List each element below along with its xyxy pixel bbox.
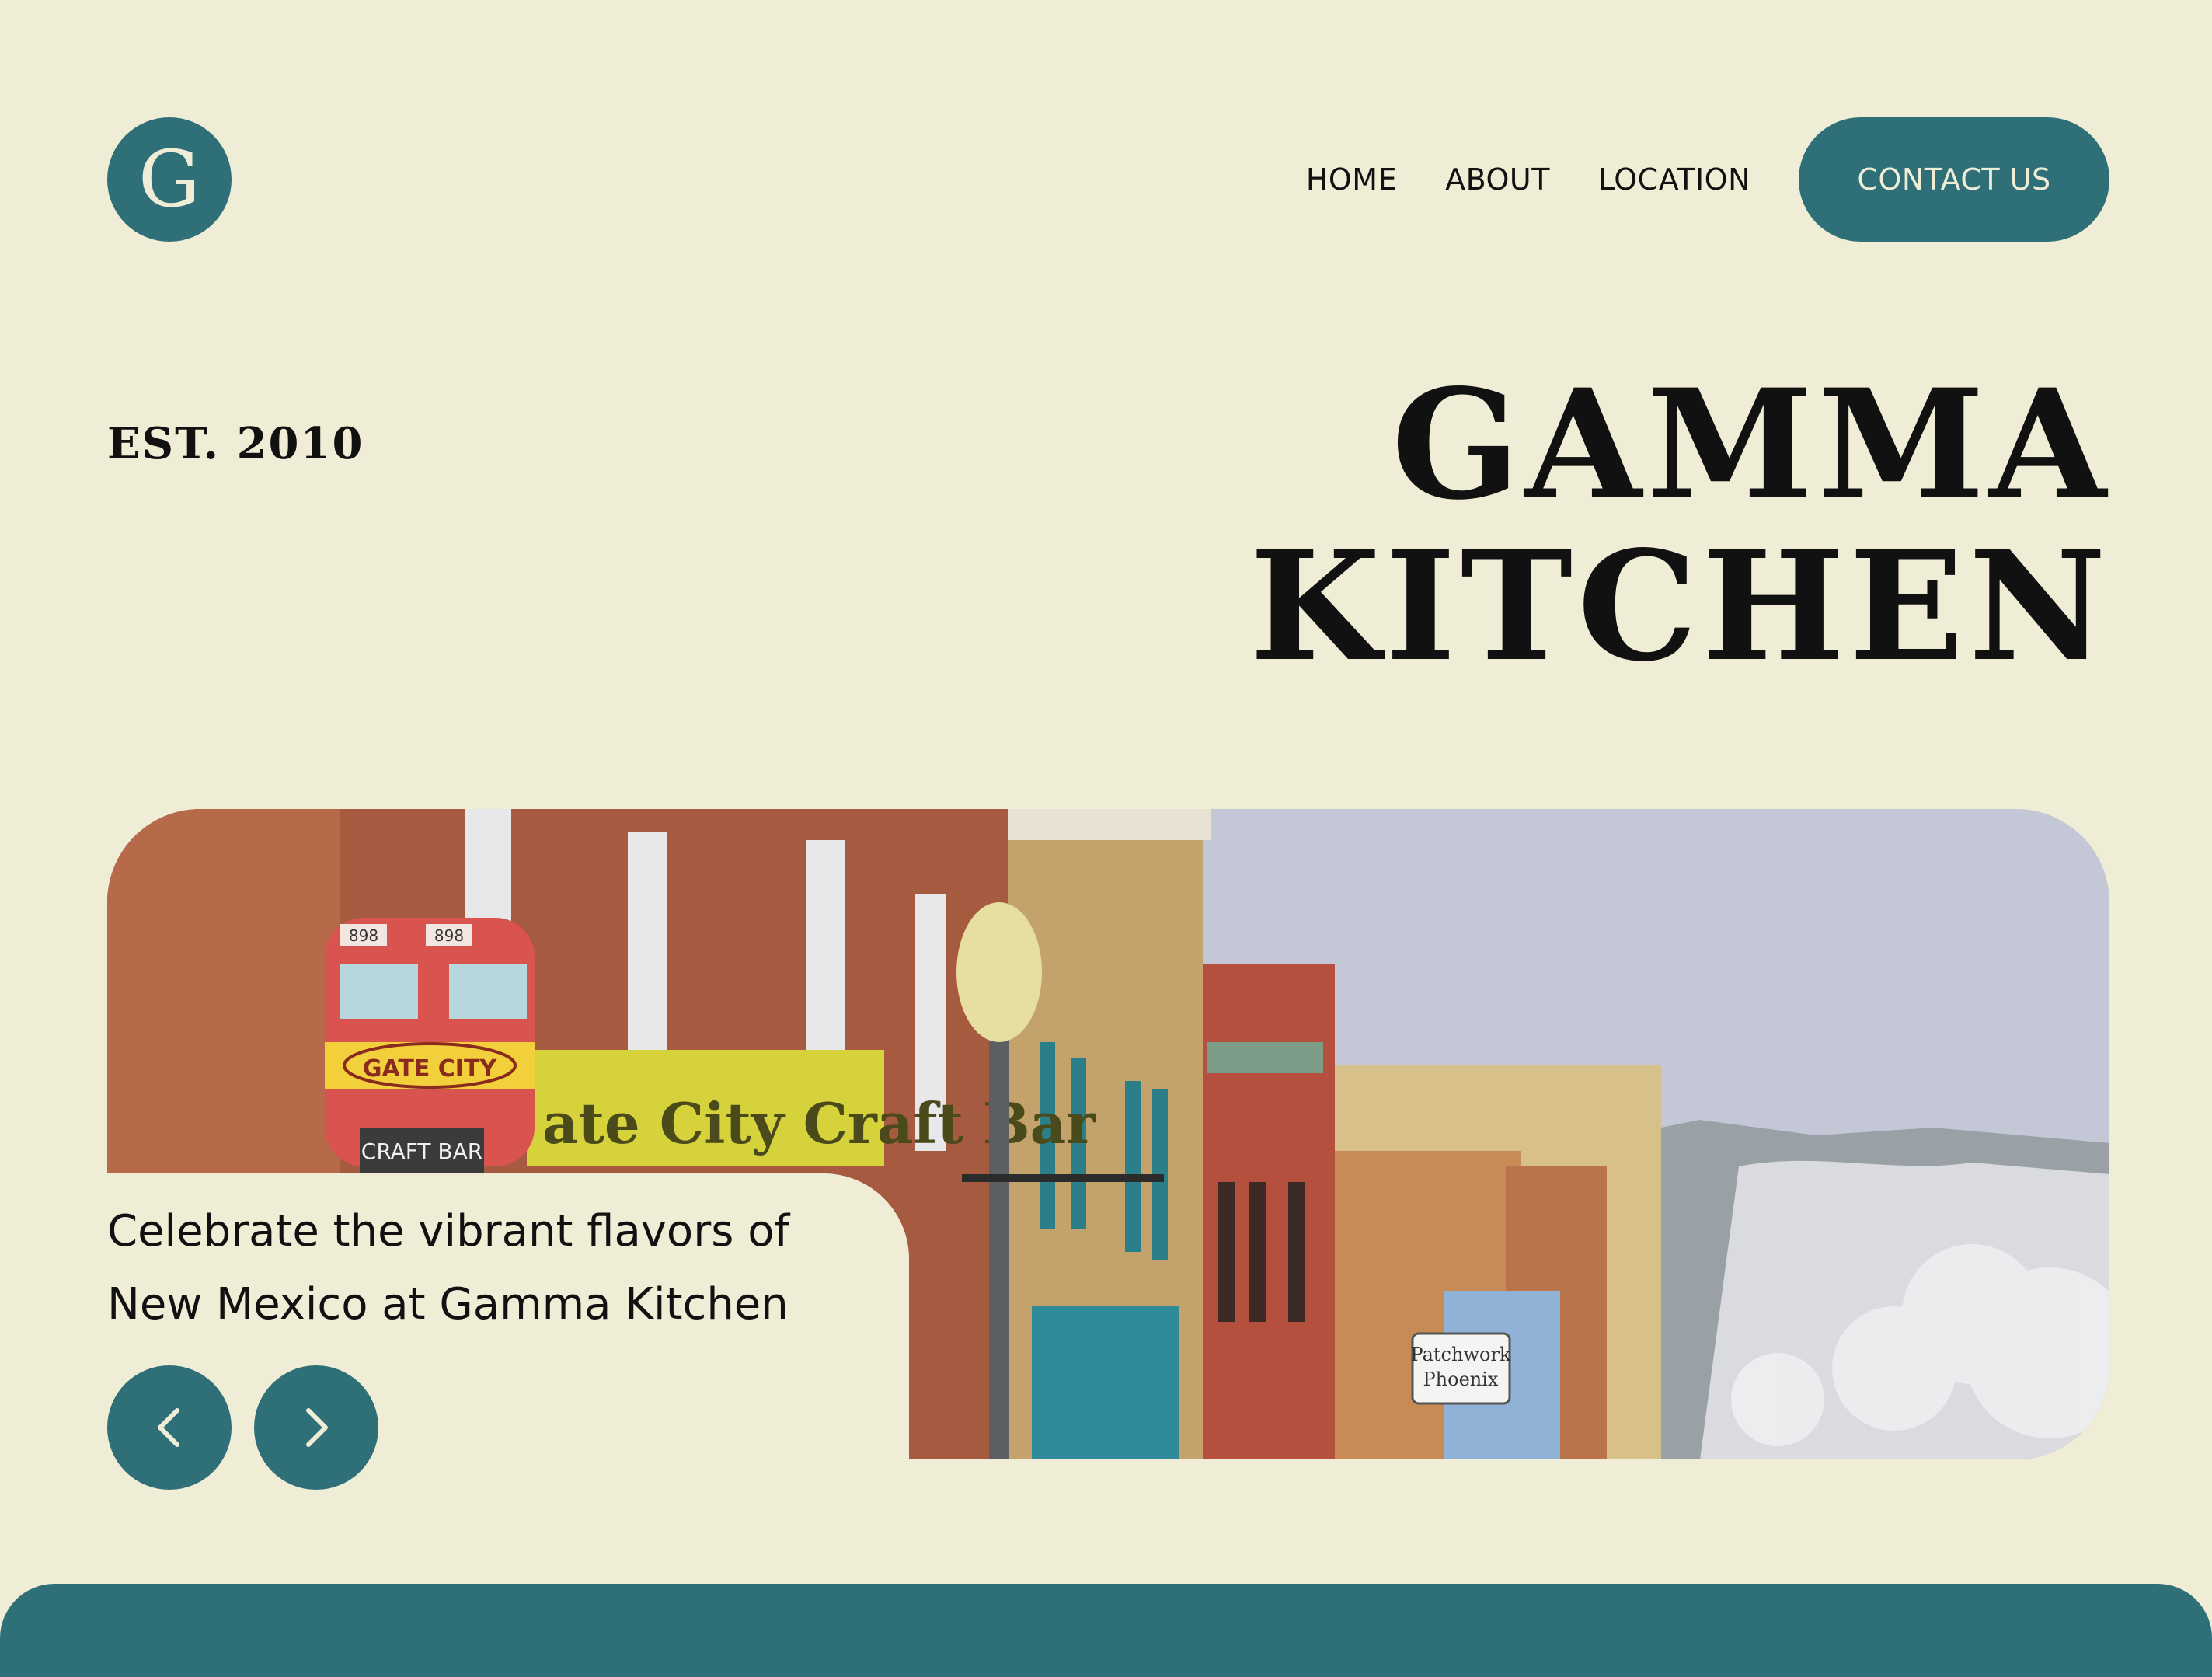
- contact-us-label: CONTACT US: [1857, 162, 2051, 197]
- nav-about-link[interactable]: ABOUT: [1445, 162, 1550, 197]
- title-line-2: KITCHEN: [1249, 518, 2111, 695]
- carousel-prev-button[interactable]: [107, 1365, 232, 1490]
- locomotive-number-right: 898: [434, 926, 464, 945]
- footer-band: [0, 1584, 2212, 1677]
- established-year: EST. 2010: [107, 418, 364, 469]
- carousel-next-button[interactable]: [254, 1365, 378, 1490]
- hero-caption: Celebrate the vibrant flavors of New Mex…: [107, 1206, 790, 1330]
- locomotive-number-left: 898: [349, 926, 378, 945]
- chevron-left-icon: [158, 1408, 179, 1447]
- main-nav: HOME ABOUT LOCATION CONTACT US: [1306, 117, 2109, 242]
- storefront-sign-text: ate City Craft Bar: [542, 1090, 1096, 1156]
- patchwork-sign-line2: Phoenix: [1423, 1368, 1499, 1390]
- patchwork-sign-line1: Patchwork: [1411, 1344, 1511, 1365]
- chevron-right-icon: [306, 1408, 328, 1447]
- nav-location-link[interactable]: LOCATION: [1598, 162, 1750, 197]
- craft-bar-sign-text: CRAFT BAR: [361, 1138, 482, 1164]
- title-line-1: GAMMA: [1391, 356, 2111, 533]
- logo-letter: G: [138, 134, 200, 225]
- page-title: GAMMA KITCHEN: [1249, 364, 2111, 687]
- logo[interactable]: G: [107, 117, 232, 242]
- contact-us-button[interactable]: CONTACT US: [1799, 117, 2109, 242]
- nav-home-link[interactable]: HOME: [1306, 162, 1397, 197]
- gate-city-sign-text: GATE CITY: [363, 1055, 498, 1083]
